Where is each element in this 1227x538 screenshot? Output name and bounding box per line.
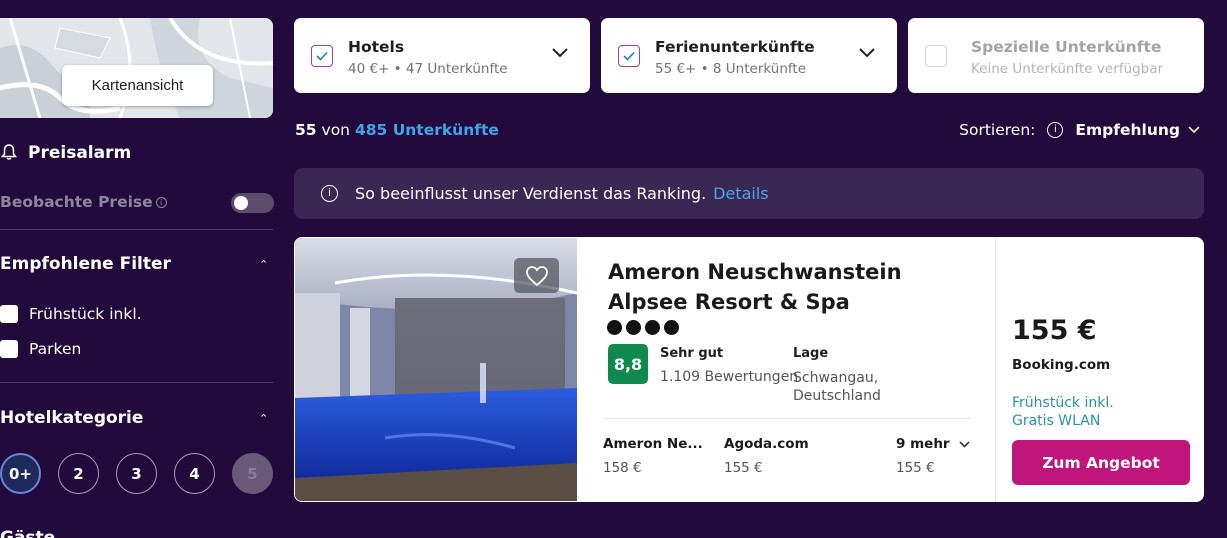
best-price-provider: Booking.com xyxy=(1012,357,1111,373)
check-icon xyxy=(316,51,328,61)
result-count: 55 von 485 Unterkünfte xyxy=(295,121,499,139)
filter-label: Parken xyxy=(29,340,82,358)
map-view-button[interactable]: Kartenansicht xyxy=(62,65,213,106)
offer-price: 155 € xyxy=(724,460,763,476)
chevron-down-icon[interactable] xyxy=(552,48,568,58)
divider xyxy=(0,382,273,383)
chevron-down-icon[interactable] xyxy=(1188,126,1200,134)
filter-breakfast[interactable]: Frühstück inkl. xyxy=(0,305,142,323)
star-dot xyxy=(607,320,622,335)
type-card-hotels[interactable]: Hotels 40 €+ • 47 Unterkünfte xyxy=(294,18,590,93)
chevron-up-icon[interactable]: ⌃ xyxy=(259,412,268,425)
sort-control[interactable]: Sortieren: i Empfehlung xyxy=(959,121,1200,139)
ranking-notice: i So beeinflusst unser Verdienst das Ran… xyxy=(294,168,1204,219)
checkbox[interactable] xyxy=(0,340,18,358)
check-icon xyxy=(623,51,635,61)
location-value: Schwangau, Deutschland xyxy=(793,370,881,404)
category-option[interactable]: 3 xyxy=(116,453,157,494)
location-label: Lage xyxy=(793,346,829,361)
more-offers-text: 9 mehr xyxy=(896,436,950,452)
filter-label: Frühstück inkl. xyxy=(29,305,142,323)
category-option[interactable]: 4 xyxy=(174,453,215,494)
checkbox-disabled xyxy=(925,45,947,67)
ranking-details-link[interactable]: Details xyxy=(713,184,768,203)
result-of: von xyxy=(321,121,350,139)
type-name: Hotels xyxy=(348,38,405,56)
heart-icon xyxy=(525,265,548,286)
sort-value[interactable]: Empfehlung xyxy=(1075,121,1180,139)
more-offers-label[interactable]: 9 mehr xyxy=(896,436,970,452)
perk-breakfast: Frühstück inkl. xyxy=(1012,395,1114,411)
map-preview[interactable]: Kartenansicht xyxy=(0,18,273,118)
checkbox-checked[interactable] xyxy=(311,45,333,67)
watch-prices-toggle[interactable] xyxy=(231,193,274,213)
offer-provider: Agoda.com xyxy=(724,436,809,452)
hotel-name[interactable]: Ameron Neuschwanstein Alpsee Resort & Sp… xyxy=(608,257,948,317)
shown-count: 55 xyxy=(295,121,317,139)
hotel-category-title: Hotelkategorie xyxy=(0,408,144,428)
hotel-photo[interactable] xyxy=(295,238,577,501)
best-price[interactable]: 155 € xyxy=(1012,315,1097,346)
rating-label: Sehr gut xyxy=(660,346,724,361)
info-icon: i xyxy=(321,185,338,202)
type-detail: 40 €+ • 47 Unterkünfte xyxy=(348,61,508,77)
hotel-card[interactable]: Ameron Neuschwanstein Alpsee Resort & Sp… xyxy=(294,237,1204,502)
favorite-button[interactable] xyxy=(514,258,559,293)
perk-wifi: Gratis WLAN xyxy=(1012,413,1101,429)
type-card-holiday[interactable]: Ferienunterkünfte 55 €+ • 8 Unterkünfte xyxy=(601,18,897,93)
rating-score: 8,8 xyxy=(608,344,648,384)
hotel-category-options: 0+ 2 3 4 5 xyxy=(0,453,273,494)
offer-item[interactable]: Agoda.com 155 € xyxy=(724,436,809,476)
filter-parking[interactable]: Parken xyxy=(0,340,81,358)
info-icon[interactable]: i xyxy=(155,197,167,208)
chevron-down-icon[interactable] xyxy=(859,48,875,58)
toggle-knob xyxy=(234,196,248,210)
watch-prices-text: Beobachte Preise xyxy=(0,193,153,211)
offer-price: 155 € xyxy=(896,460,935,476)
watch-prices-label: Beobachte Preise i xyxy=(0,193,167,211)
checkbox[interactable] xyxy=(0,305,18,323)
star-dot xyxy=(664,320,679,335)
category-option[interactable]: 2 xyxy=(58,453,99,494)
divider xyxy=(604,418,970,419)
sort-label: Sortieren: xyxy=(959,121,1036,139)
type-detail: 55 €+ • 8 Unterkünfte xyxy=(655,61,807,77)
category-option[interactable]: 0+ xyxy=(0,453,41,494)
ranking-text: So beeinflusst unser Verdienst das Ranki… xyxy=(355,184,707,203)
info-icon[interactable]: i xyxy=(1047,122,1064,138)
recommended-filters-title: Empfohlene Filter xyxy=(0,254,171,274)
type-name: Ferienunterkünfte xyxy=(655,38,815,56)
checkbox-checked[interactable] xyxy=(618,45,640,67)
star-dot xyxy=(645,320,660,335)
offer-price: 158 € xyxy=(603,460,642,476)
star-dot xyxy=(626,320,641,335)
type-name: Spezielle Unterkünfte xyxy=(971,38,1162,56)
category-option: 5 xyxy=(232,453,273,494)
guests-section-title: Gäste xyxy=(0,528,56,538)
divider xyxy=(995,237,996,502)
chevron-down-icon xyxy=(959,441,970,448)
type-card-special: Spezielle Unterkünfte Keine Unterkünfte … xyxy=(908,18,1204,93)
review-count[interactable]: 1.109 Bewertungen xyxy=(660,369,798,385)
type-detail: Keine Unterkünfte verfügbar xyxy=(971,61,1164,77)
total-results-link[interactable]: 485 Unterkünfte xyxy=(355,121,499,139)
hotel-stars xyxy=(607,320,679,335)
view-deal-button[interactable]: Zum Angebot xyxy=(1012,440,1190,485)
divider xyxy=(0,229,273,230)
offer-item[interactable]: Ameron Ne... 158 € xyxy=(603,436,703,476)
chevron-up-icon[interactable]: ⌃ xyxy=(259,258,268,271)
offer-provider: Ameron Ne... xyxy=(603,436,703,452)
bell-icon xyxy=(0,144,18,160)
more-offers[interactable]: 9 mehr 155 € xyxy=(896,436,970,476)
price-alarm-title: Preisalarm xyxy=(28,143,132,163)
